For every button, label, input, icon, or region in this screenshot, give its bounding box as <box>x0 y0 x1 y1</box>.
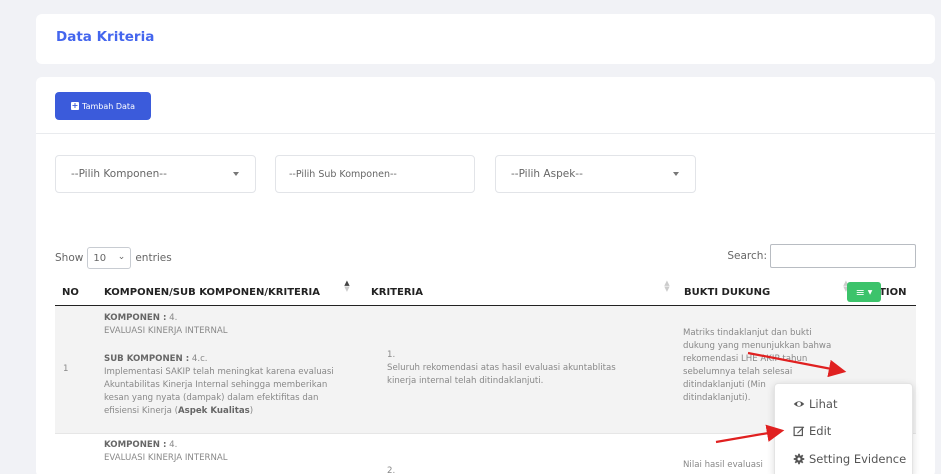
annotation-arrow <box>747 351 847 378</box>
annotation-arrows <box>715 351 847 444</box>
annotation-arrow <box>715 424 785 444</box>
